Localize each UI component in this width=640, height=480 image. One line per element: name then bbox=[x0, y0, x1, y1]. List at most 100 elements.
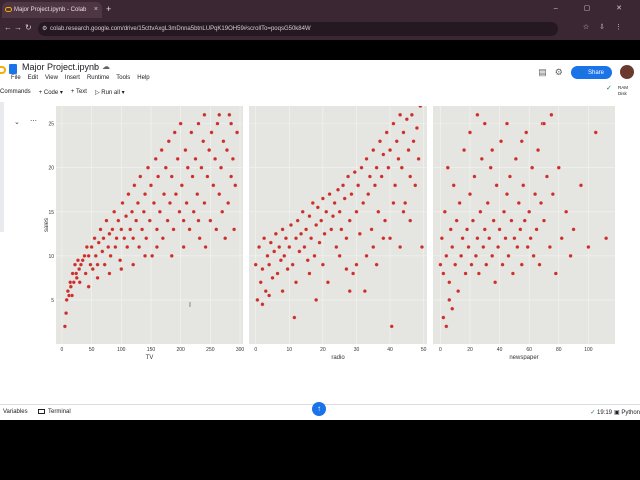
data-point bbox=[74, 275, 79, 280]
data-point bbox=[444, 253, 449, 258]
data-point bbox=[118, 258, 123, 263]
x-tick-label: 300 bbox=[236, 347, 245, 353]
data-point bbox=[453, 262, 458, 267]
comment-icon[interactable]: ▤ bbox=[538, 67, 547, 78]
data-point bbox=[509, 218, 514, 223]
resource-indicator[interactable]: ✓ RAM Disk bbox=[606, 85, 628, 97]
data-point bbox=[525, 244, 530, 250]
data-point bbox=[96, 240, 101, 245]
gear-icon[interactable]: ⚙ bbox=[555, 67, 563, 78]
data-point bbox=[154, 227, 159, 232]
star-icon[interactable]: ☆ bbox=[91, 62, 98, 71]
site-info-icon[interactable]: ⚙ bbox=[42, 22, 47, 36]
data-point bbox=[184, 200, 189, 206]
y-tick-label: 10 bbox=[48, 254, 54, 260]
add-code-button[interactable]: + Code ▾ bbox=[39, 89, 63, 96]
new-tab-button[interactable]: + bbox=[106, 2, 111, 16]
x-tick-label: 250 bbox=[206, 347, 215, 353]
data-point bbox=[391, 200, 396, 206]
data-point bbox=[384, 130, 389, 135]
data-point bbox=[408, 218, 413, 223]
tab-close-icon[interactable]: × bbox=[94, 2, 98, 18]
run-all-button[interactable]: ▷ Run all ▾ bbox=[95, 89, 125, 96]
window-controls[interactable]: – ▢ ✕ bbox=[554, 2, 634, 16]
data-point bbox=[229, 121, 234, 126]
notebook-title[interactable]: Major Project.ipynb bbox=[22, 62, 99, 72]
scroll-up-button[interactable]: ↑ bbox=[312, 402, 326, 416]
toolbar-extension-icons[interactable]: ☆⇩⋮ bbox=[583, 23, 632, 31]
data-point bbox=[131, 236, 136, 241]
x-tick-label: 100 bbox=[117, 347, 126, 353]
address-bar[interactable]: ⚙ colab.research.google.com/drive/15cttv… bbox=[38, 22, 558, 36]
data-point bbox=[125, 244, 130, 250]
panel-radio: 0 10 20 30 40 50 radio bbox=[249, 106, 427, 360]
data-point bbox=[226, 200, 231, 206]
data-point bbox=[138, 174, 143, 179]
data-point bbox=[235, 130, 240, 135]
data-point bbox=[504, 121, 510, 126]
data-point bbox=[504, 192, 510, 197]
data-point bbox=[464, 227, 470, 232]
menu-view[interactable]: View bbox=[45, 75, 58, 81]
tab-title: Major Project.ipynb - Colab bbox=[14, 7, 87, 13]
reload-icon[interactable]: ↻ bbox=[25, 23, 32, 32]
data-point bbox=[490, 253, 495, 258]
data-point bbox=[137, 244, 142, 250]
cloud-save-icon[interactable]: ☁ bbox=[102, 62, 110, 71]
data-point bbox=[476, 271, 481, 276]
panel-background bbox=[433, 106, 615, 344]
data-point bbox=[409, 112, 414, 117]
menu-edit[interactable]: Edit bbox=[28, 75, 38, 81]
cell-more-icon[interactable]: ⋯ bbox=[30, 117, 37, 125]
data-point bbox=[362, 289, 367, 294]
menu-insert[interactable]: Insert bbox=[65, 75, 80, 81]
colab-logo[interactable] bbox=[0, 66, 6, 74]
data-point bbox=[65, 289, 70, 294]
panel-TV: 0 50 100 150 200 250 300 TV bbox=[56, 106, 244, 360]
data-point bbox=[92, 236, 97, 241]
data-point bbox=[381, 152, 386, 157]
data-point bbox=[398, 244, 403, 250]
data-point bbox=[257, 244, 262, 250]
menu-tools[interactable]: Tools bbox=[116, 75, 130, 81]
data-point bbox=[312, 253, 317, 258]
data-point bbox=[258, 280, 263, 285]
data-point bbox=[153, 156, 158, 161]
data-point bbox=[445, 165, 450, 170]
data-point bbox=[419, 244, 425, 250]
data-point bbox=[156, 174, 161, 179]
data-point bbox=[131, 262, 136, 267]
url-text: colab.research.google.com/drive/15cttvAx… bbox=[50, 26, 311, 32]
data-point bbox=[173, 192, 178, 197]
browser-tab[interactable]: Major Project.ipynb - Colab × bbox=[2, 2, 102, 18]
menu-runtime[interactable]: Runtime bbox=[87, 75, 109, 81]
commands-button[interactable]: Commands bbox=[0, 89, 31, 95]
cell-collapse-chevron-icon[interactable]: ⌄ bbox=[14, 118, 20, 126]
data-point bbox=[369, 227, 374, 232]
add-text-button[interactable]: + Text bbox=[71, 89, 87, 95]
data-point bbox=[340, 183, 346, 188]
data-point bbox=[253, 262, 258, 267]
data-point bbox=[191, 209, 196, 214]
back-icon[interactable]: ← bbox=[4, 23, 12, 32]
data-point bbox=[75, 258, 81, 263]
menu-file[interactable]: File bbox=[11, 75, 21, 81]
share-button[interactable]: 👤 Share bbox=[570, 65, 612, 79]
data-point bbox=[482, 227, 487, 232]
data-point bbox=[196, 121, 201, 126]
data-point bbox=[161, 192, 167, 197]
avatar[interactable] bbox=[620, 65, 634, 79]
variables-button[interactable]: Variables bbox=[3, 409, 28, 415]
menu-help[interactable]: Help bbox=[137, 75, 149, 81]
data-point bbox=[95, 275, 100, 280]
data-point bbox=[408, 174, 413, 179]
data-point bbox=[119, 227, 124, 232]
data-point bbox=[513, 156, 518, 161]
data-point bbox=[223, 236, 228, 241]
data-point bbox=[374, 262, 379, 267]
forward-icon[interactable]: → bbox=[14, 23, 22, 32]
data-point bbox=[396, 156, 401, 161]
data-point bbox=[183, 148, 188, 153]
terminal-button[interactable]: Terminal bbox=[38, 409, 71, 415]
data-point bbox=[77, 280, 82, 285]
